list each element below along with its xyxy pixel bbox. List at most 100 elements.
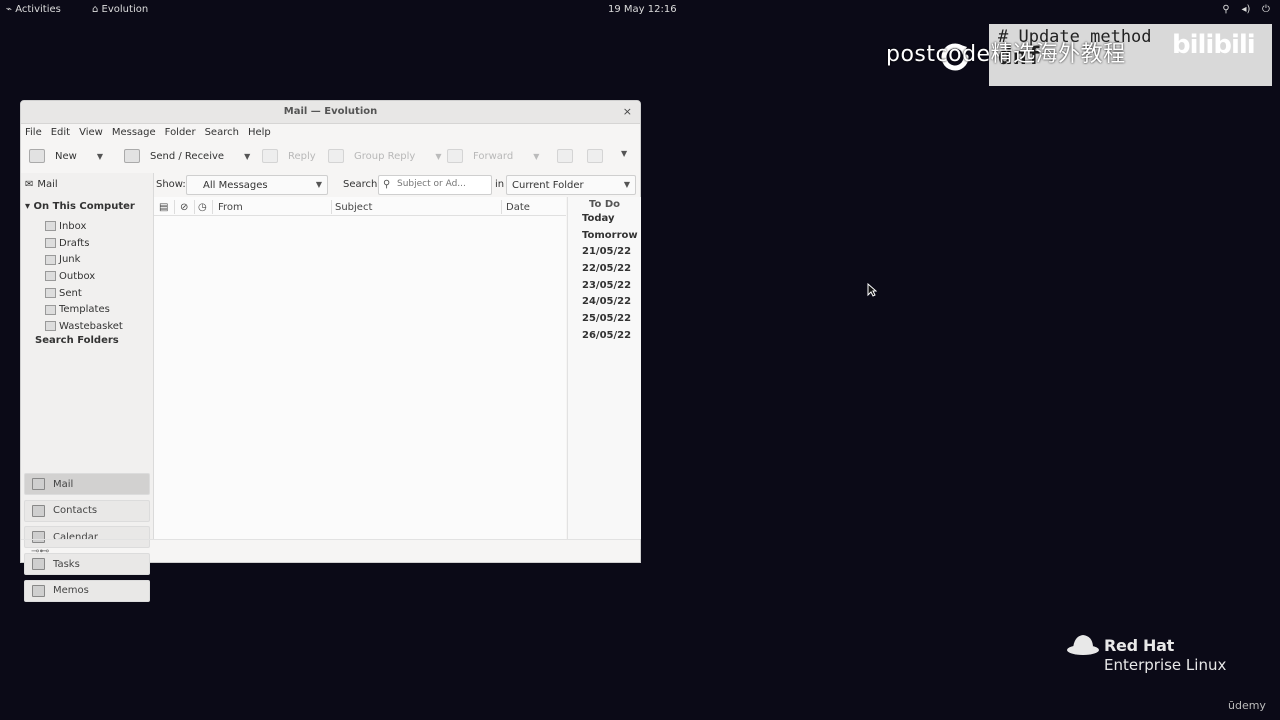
folder-outbox[interactable]: Outbox <box>45 268 135 285</box>
outbox-icon <box>45 271 56 282</box>
activities-label: Activities <box>15 4 61 15</box>
network-icon[interactable]: ⚲ <box>1220 4 1232 16</box>
chevron-down-icon[interactable]: ▼ <box>533 152 539 161</box>
close-icon[interactable]: × <box>623 105 632 118</box>
menu-message[interactable]: Message <box>112 127 156 141</box>
attachment-column-icon[interactable]: ⊘ <box>180 202 188 213</box>
switcher-label: Mail <box>53 478 74 490</box>
toolbar: New ▼ Send / Receive ▼ Reply Group Reply… <box>21 145 640 169</box>
search-scope-select[interactable]: Current Folder ▼ <box>506 175 636 195</box>
send-receive-button[interactable]: Send / Receive ▼ <box>124 149 250 163</box>
chevron-down-icon: ▼ <box>623 180 630 189</box>
switcher-memos[interactable]: Memos <box>24 579 150 602</box>
todo-day-today[interactable]: Today <box>582 213 638 230</box>
redhat-brand-line2: Enterprise Linux <box>1104 656 1227 674</box>
folder-label: Outbox <box>59 270 96 282</box>
wastebasket-icon <box>45 321 56 332</box>
print-button[interactable] <box>557 149 573 163</box>
forward-button[interactable]: Forward ▼ <box>447 149 539 163</box>
new-button[interactable]: New ▼ <box>29 149 103 163</box>
todo-day[interactable]: 26/05/22 <box>582 330 638 347</box>
bilibili-logo: bilibili <box>1172 30 1256 60</box>
folder-inbox[interactable]: Inbox <box>45 218 135 235</box>
folder-templates[interactable]: Templates <box>45 301 135 318</box>
status-column-icon[interactable]: ▤ <box>159 202 168 213</box>
chevron-down-icon: ▼ <box>315 180 322 189</box>
evolution-app-icon: ⌂ <box>92 4 99 15</box>
window-titlebar[interactable]: Mail — Evolution × <box>21 101 640 124</box>
toolbar-overflow-button[interactable]: ▼ <box>621 149 627 158</box>
menu-search[interactable]: Search <box>205 127 239 141</box>
chevron-down-icon: ▼ <box>621 149 628 158</box>
new-mail-icon <box>29 149 45 163</box>
sidebar-header-label: Mail <box>37 179 58 190</box>
window-title: Mail — Evolution <box>283 106 378 117</box>
folder-junk[interactable]: Junk <box>45 251 135 268</box>
chevron-down-icon[interactable]: ▼ <box>244 152 250 161</box>
menu-help[interactable]: Help <box>248 127 271 141</box>
clock[interactable]: 19 May 12:16 <box>608 4 677 15</box>
templates-icon <box>45 304 56 315</box>
folder-label: Junk <box>59 254 81 266</box>
volume-icon[interactable]: ◂) <box>1240 4 1252 16</box>
mail-icon <box>32 478 45 490</box>
folder-label: Sent <box>59 287 82 299</box>
power-icon[interactable]: ⏻ <box>1260 4 1272 16</box>
folder-root-on-this-computer[interactable]: ▾ On This Computer <box>25 201 135 214</box>
app-menu[interactable]: ⌂ Evolution <box>92 4 148 15</box>
activities-button[interactable]: ⌁ Activities <box>6 4 61 15</box>
reply-label: Reply <box>288 150 316 162</box>
todo-day[interactable]: 24/05/22 <box>582 296 638 313</box>
todo-day[interactable]: 21/05/22 <box>582 246 638 263</box>
chevron-down-icon[interactable]: ▼ <box>97 152 103 161</box>
archive-button[interactable] <box>587 149 603 163</box>
drafts-icon <box>45 238 56 249</box>
todo-list: Today Tomorrow 21/05/22 22/05/22 23/05/2… <box>582 213 638 347</box>
expander-icon[interactable]: ▾ <box>25 201 30 212</box>
menu-folder[interactable]: Folder <box>165 127 196 141</box>
status-bar: ⊸⊷ <box>21 539 640 563</box>
todo-day[interactable]: 22/05/22 <box>582 263 638 280</box>
menu-view[interactable]: View <box>79 127 103 141</box>
menu-edit[interactable]: Edit <box>51 127 70 141</box>
search-icon[interactable]: ⚲ <box>383 179 390 190</box>
folder-drafts[interactable]: Drafts <box>45 235 135 252</box>
offline-status-icon[interactable]: ⊸⊷ <box>31 546 49 557</box>
contacts-icon <box>32 504 45 517</box>
udemy-logo: ūdemy <box>1228 699 1266 712</box>
chevron-down-icon[interactable]: ▼ <box>435 152 441 161</box>
column-from[interactable]: From <box>218 202 243 213</box>
search-input[interactable] <box>397 177 487 191</box>
todo-day[interactable]: 25/05/22 <box>582 313 638 330</box>
flag-column-icon[interactable]: ◷ <box>198 202 207 213</box>
folder-tree: ▾ On This Computer Inbox Drafts Junk Out… <box>25 201 135 350</box>
mail-icon: ✉ <box>25 179 34 190</box>
menu-file[interactable]: File <box>25 127 42 141</box>
system-tray[interactable]: ⚲ ◂) ⏻ <box>1220 4 1272 16</box>
column-subject[interactable]: Subject <box>335 202 372 213</box>
switcher-mail[interactable]: Mail <box>24 473 150 495</box>
folder-label: Drafts <box>59 237 90 249</box>
show-filter-select[interactable]: All Messages ▼ <box>186 175 328 195</box>
filter-bar: Show: All Messages ▼ Search: ⚲ in Curren… <box>154 173 640 197</box>
todo-day[interactable]: 23/05/22 <box>582 280 638 297</box>
column-date[interactable]: Date <box>506 202 530 213</box>
print-icon <box>557 149 573 163</box>
menu-bar: File Edit View Message Folder Search Hel… <box>25 127 280 141</box>
column-divider <box>194 200 195 214</box>
column-divider <box>212 200 213 214</box>
todo-day-tomorrow[interactable]: Tomorrow <box>582 230 638 247</box>
switcher-contacts[interactable]: Contacts <box>24 499 150 522</box>
message-list[interactable]: ▤ ⊘ ◷ From Subject Date <box>154 197 566 539</box>
redhat-brand-line1: Red Hat <box>1104 636 1174 655</box>
search-folders[interactable]: Search Folders <box>35 335 135 350</box>
new-label: New <box>55 150 77 162</box>
group-reply-button[interactable]: Group Reply ▼ <box>328 149 441 163</box>
search-box[interactable]: ⚲ <box>378 175 492 195</box>
folder-wastebasket[interactable]: Wastebasket <box>45 318 135 335</box>
mouse-cursor-icon <box>867 283 877 297</box>
app-menu-label: Evolution <box>101 4 149 15</box>
send-receive-label: Send / Receive <box>150 150 225 162</box>
folder-sent[interactable]: Sent <box>45 285 135 302</box>
reply-button[interactable]: Reply <box>262 149 316 163</box>
